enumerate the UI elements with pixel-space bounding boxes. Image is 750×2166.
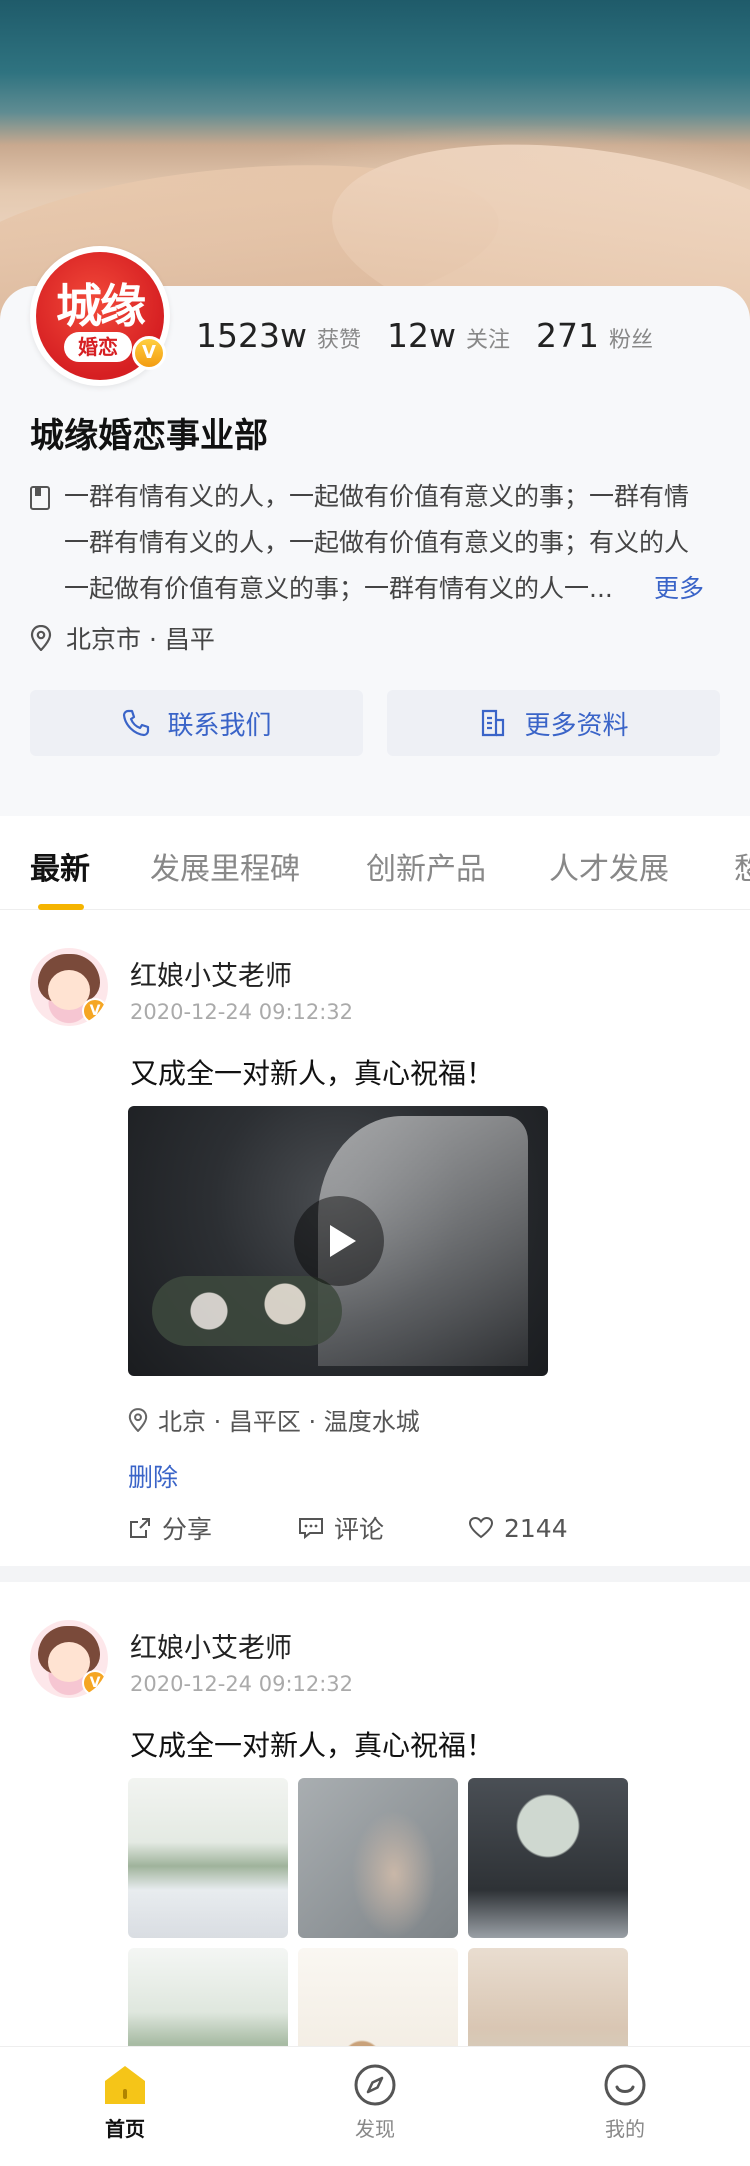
- compass-icon: [354, 2064, 396, 2106]
- verified-badge: V: [132, 336, 166, 370]
- nav-me[interactable]: 我的: [500, 2047, 750, 2166]
- org-name: 城缘婚恋事业部: [30, 416, 268, 456]
- stat-label: 关注: [465, 328, 510, 353]
- org-description: 一群有情有义的人，一起做有价值有意义的事；一群有情 一群有情有义的人，一起做有价…: [30, 474, 720, 612]
- comment-icon: [299, 1518, 323, 1540]
- description-more-link[interactable]: 更多: [654, 566, 704, 612]
- post-image-grid: [128, 1778, 628, 2046]
- logo-sub-text: 婚恋: [64, 332, 132, 362]
- tab-innovation[interactable]: 创新产品: [366, 844, 486, 888]
- post-location-text: 北京 · 昌平区 · 温度水城: [158, 1408, 420, 1436]
- verified-badge: V: [82, 1670, 108, 1696]
- share-button[interactable]: 分享: [128, 1510, 298, 1546]
- post-text: 又成全一对新人，真心祝福！: [130, 1057, 495, 1090]
- post-time: 2020-12-24 09:12:32: [130, 1000, 354, 1024]
- nav-home[interactable]: 首页: [0, 2047, 250, 2166]
- contact-us-label: 联系我们: [167, 710, 272, 741]
- post-video[interactable]: [128, 1106, 548, 1376]
- post-image[interactable]: [298, 1948, 458, 2046]
- location-text: 北京市 · 昌平: [66, 625, 215, 654]
- share-label: 分享: [162, 1515, 213, 1544]
- post-author[interactable]: 红娘小艾老师: [130, 1626, 292, 1665]
- post-image[interactable]: [128, 1948, 288, 2046]
- description-line: 一起做有价值有意义的事；一群有情有义的人一...: [64, 574, 613, 603]
- document-icon: [482, 709, 505, 737]
- location-pin-icon: [30, 625, 52, 651]
- content-tabs: 最新 发展里程碑 创新产品 人才发展 愁: [0, 818, 750, 910]
- nav-me-label: 我的: [605, 2117, 645, 2141]
- org-location: 北京市 · 昌平: [30, 620, 215, 656]
- stat-label: 获赞: [316, 328, 361, 353]
- comment-label: 评论: [334, 1515, 385, 1544]
- tab-more[interactable]: 愁: [734, 844, 750, 888]
- like-button[interactable]: 2144: [468, 1514, 568, 1543]
- feed-divider: [0, 1566, 750, 1582]
- home-icon: [105, 2066, 145, 2104]
- post-time: 2020-12-24 09:12:32: [130, 1672, 354, 1696]
- more-info-label: 更多资料: [524, 710, 629, 741]
- post-image[interactable]: [468, 1948, 628, 2046]
- avatar[interactable]: V: [30, 948, 108, 1026]
- stat-likes[interactable]: 1523w 获赞: [196, 316, 361, 355]
- tab-talent[interactable]: 人才发展: [549, 844, 669, 888]
- heart-icon: [468, 1516, 494, 1539]
- play-icon[interactable]: [294, 1196, 384, 1286]
- post-location: 北京 · 昌平区 · 温度水城: [128, 1402, 420, 1437]
- video-scene: [152, 1276, 342, 1346]
- delete-link[interactable]: 删除: [128, 1458, 178, 1494]
- logo-main-text: 城缘: [56, 279, 146, 333]
- smile-icon: [604, 2064, 646, 2106]
- comment-button[interactable]: 评论: [298, 1510, 468, 1546]
- post-image[interactable]: [128, 1778, 288, 1938]
- nav-discover-label: 发现: [355, 2117, 395, 2141]
- tab-latest[interactable]: 最新: [30, 844, 90, 888]
- avatar[interactable]: V: [30, 1620, 108, 1698]
- tab-milestones[interactable]: 发展里程碑: [150, 844, 300, 888]
- like-count: 2144: [504, 1513, 568, 1543]
- nav-home-label: 首页: [105, 2117, 145, 2141]
- post-actions: 分享 评论 2144: [128, 1510, 568, 1546]
- nav-discover[interactable]: 发现: [250, 2047, 500, 2166]
- profile-actions: 联系我们 更多资料: [30, 690, 720, 756]
- bottom-nav: 首页 发现 我的: [0, 2046, 750, 2166]
- more-info-button[interactable]: 更多资料: [387, 690, 720, 756]
- org-logo: 城缘 婚恋 V: [30, 246, 170, 386]
- stat-number: 271: [536, 316, 599, 355]
- stat-number: 12w: [387, 316, 456, 355]
- stat-number: 1523w: [196, 316, 307, 355]
- post-image[interactable]: [298, 1778, 458, 1938]
- location-pin-icon: [128, 1407, 148, 1432]
- stat-followers[interactable]: 271 粉丝: [536, 316, 653, 355]
- stat-following[interactable]: 12w 关注: [387, 316, 510, 355]
- post-image[interactable]: [468, 1778, 628, 1938]
- contact-us-button[interactable]: 联系我们: [30, 690, 363, 756]
- post-author[interactable]: 红娘小艾老师: [130, 954, 292, 993]
- feed-post: V 红娘小艾老师 2020-12-24 09:12:32 又成全一对新人，真心祝…: [0, 1582, 750, 2046]
- profile-stats: 1523w 获赞 12w 关注 271 粉丝: [196, 316, 653, 360]
- share-icon: [130, 1518, 150, 1538]
- description-line: 一群有情有义的人，一起做有价值有意义的事；一群有情: [64, 482, 690, 511]
- description-line: 一群有情有义的人，一起做有价值有意义的事；有义的人: [64, 528, 690, 557]
- stat-label: 粉丝: [609, 328, 654, 353]
- feed-post: V 红娘小艾老师 2020-12-24 09:12:32 又成全一对新人，真心祝…: [0, 910, 750, 1566]
- post-text: 又成全一对新人，真心祝福！: [130, 1729, 495, 1762]
- phone-icon: [123, 709, 150, 737]
- verified-badge: V: [82, 998, 108, 1024]
